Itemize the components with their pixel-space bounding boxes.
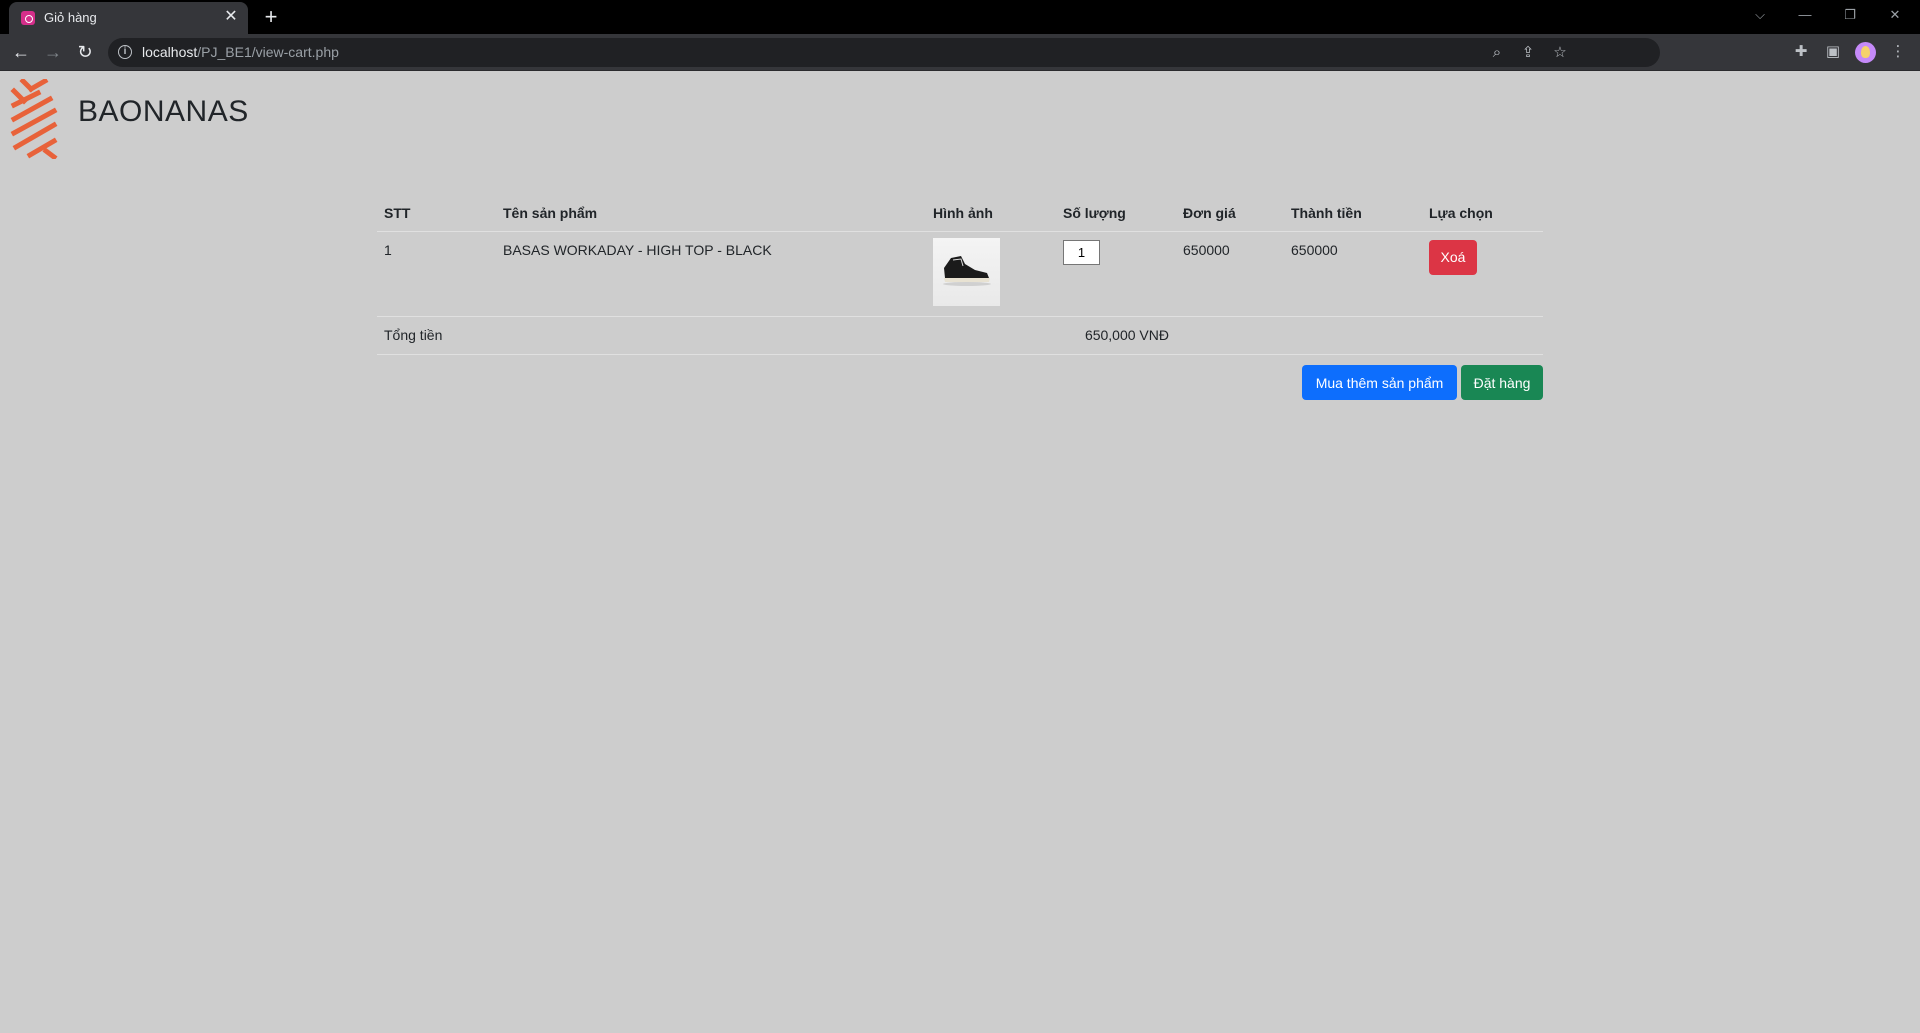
brand-name[interactable]: BAONANAS (78, 95, 249, 129)
row-actions-cell: Xoá (1422, 231, 1543, 317)
site-info-icon[interactable]: i (118, 45, 132, 59)
column-header-image: Hình ảnh (926, 191, 1056, 232)
new-tab-icon[interactable]: + (258, 4, 284, 30)
bookmark-star-icon[interactable]: ☆ (1550, 43, 1570, 63)
url-text: localhost/PJ_BE1/view-cart.php (142, 44, 339, 60)
minimize-icon[interactable]: — (1790, 3, 1820, 27)
product-image (933, 237, 1000, 306)
extensions-icon[interactable]: ✚ (1791, 42, 1811, 62)
browser-toolbar: ← → ↻ i localhost/PJ_BE1/view-cart.php ⌕… (0, 34, 1920, 71)
total-row-filler (1176, 316, 1543, 355)
close-tab-icon[interactable]: ✕ (222, 8, 240, 26)
table-row: 1 BASAS WORKADAY - HIGH TOP - BLACK 1 65… (377, 231, 1543, 317)
total-value: 650,000 VNĐ (926, 316, 1176, 355)
column-header-line-total: Thành tiền (1284, 191, 1422, 232)
tab-search-icon[interactable]: ⌵ (1745, 3, 1775, 27)
row-quantity-cell (1056, 231, 1176, 317)
browser-tab[interactable]: Giỏ hàng ✕ (9, 2, 248, 34)
favicon-icon (21, 11, 35, 25)
close-window-icon[interactable]: ✕ (1880, 3, 1910, 27)
forward-icon[interactable]: → (41, 40, 65, 64)
delete-button[interactable]: Xoá (1429, 239, 1477, 275)
share-icon[interactable]: ⇪ (1518, 43, 1538, 63)
place-order-button[interactable]: Đặt hàng (1461, 365, 1543, 400)
total-row: Tổng tiền 650,000 VNĐ (377, 316, 1543, 355)
tab-title: Giỏ hàng (44, 10, 97, 25)
side-panel-icon[interactable]: ▣ (1823, 42, 1843, 62)
cart-table: STT Tên sản phẩm Hình ảnh Số lượng Đơn g… (377, 191, 1543, 355)
brand-logo-icon[interactable] (10, 79, 58, 159)
quantity-input[interactable] (1063, 239, 1100, 265)
continue-shopping-button[interactable]: Mua thêm sản phẩm (1302, 365, 1457, 400)
row-product-name: BASAS WORKADAY - HIGH TOP - BLACK (496, 231, 926, 317)
cart-header-row: STT Tên sản phẩm Hình ảnh Số lượng Đơn g… (377, 191, 1543, 232)
address-bar[interactable]: i localhost/PJ_BE1/view-cart.php ⌕ ⇪ ☆ (108, 38, 1660, 67)
column-header-quantity: Số lượng (1056, 191, 1176, 232)
column-header-unit-price: Đơn giá (1176, 191, 1284, 232)
sneaker-icon (943, 255, 991, 286)
row-unit-price: 650000 (1176, 231, 1284, 317)
profile-avatar-icon[interactable] (1855, 42, 1876, 63)
column-header-actions: Lựa chọn (1422, 191, 1543, 232)
row-image-cell (926, 231, 1056, 317)
back-icon[interactable]: ← (9, 40, 33, 64)
page-content: BAONANAS STT Tên sản phẩm Hình ảnh Số lư… (0, 71, 1920, 1033)
total-label: Tổng tiền (377, 316, 926, 355)
restore-icon[interactable]: ❐ (1835, 3, 1865, 27)
row-line-total: 650000 (1284, 231, 1422, 317)
column-header-stt: STT (377, 191, 496, 232)
browser-tab-bar: Giỏ hàng ✕ + ⌵ — ❐ ✕ (0, 0, 1920, 34)
reload-icon[interactable]: ↻ (73, 40, 97, 64)
zoom-icon[interactable]: ⌕ (1487, 43, 1507, 63)
row-stt: 1 (377, 231, 496, 317)
column-header-product-name: Tên sản phẩm (496, 191, 926, 232)
menu-icon[interactable]: ⋮ (1888, 42, 1908, 62)
